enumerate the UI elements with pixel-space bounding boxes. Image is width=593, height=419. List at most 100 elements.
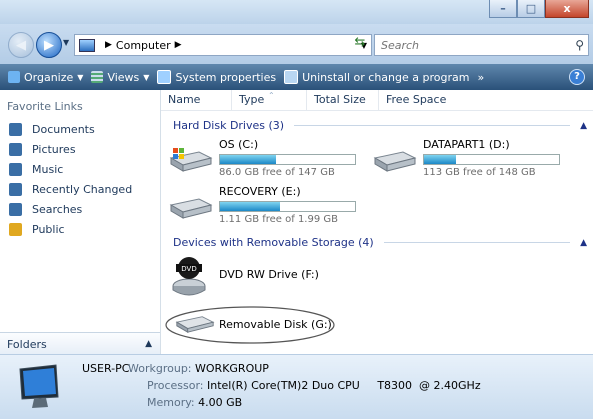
- recent-pages-dropdown[interactable]: ▼: [63, 38, 69, 47]
- uninstall-label: Uninstall or change a program: [302, 70, 470, 84]
- column-header-total-size[interactable]: Total Size: [307, 90, 379, 110]
- drive-usage-bar: [423, 154, 560, 165]
- drive-name: DVD RW Drive (F:): [219, 268, 319, 281]
- breadcrumb-computer[interactable]: Computer: [116, 39, 171, 52]
- column-header-type[interactable]: ⌃ Type: [232, 90, 307, 110]
- column-header-type-label: Type: [239, 93, 265, 106]
- group-title: Hard Disk Drives (3): [173, 119, 285, 132]
- uninstall-program-button[interactable]: Uninstall or change a program: [284, 70, 469, 84]
- folders-toggle[interactable]: Folders ▲: [0, 332, 160, 355]
- help-button[interactable]: ?: [569, 69, 585, 85]
- hard-drive-icon: [169, 198, 213, 219]
- drive-name: Removable Disk (G:): [219, 318, 332, 331]
- more-commands-button[interactable]: »: [477, 71, 484, 84]
- forward-arrow-icon: ▶: [44, 37, 54, 53]
- pictures-icon: [9, 142, 22, 156]
- title-bar: – □ x: [0, 0, 593, 24]
- search-box[interactable]: ⚲: [374, 34, 589, 56]
- column-header-free-space[interactable]: Free Space: [379, 90, 593, 110]
- close-button[interactable]: x: [545, 0, 589, 18]
- views-icon: [91, 71, 104, 83]
- breadcrumb-chevron-icon[interactable]: ▶: [175, 40, 182, 50]
- column-header-name[interactable]: Name: [161, 90, 232, 110]
- drive-item-e[interactable]: RECOVERY (E:) 1.11 GB free of 1.99 GB: [161, 185, 371, 231]
- memory-label: Memory:: [147, 396, 195, 409]
- sidebar-item-label: Pictures: [32, 142, 76, 156]
- collapse-chevron-icon[interactable]: ▲: [580, 238, 587, 248]
- drive-name: OS (C:): [219, 138, 259, 151]
- processor-value: Intel(R) Core(TM)2 Duo CPU T8300 @ 2.40G…: [207, 379, 481, 392]
- memory-row: Memory: 4.00 GB: [147, 396, 242, 409]
- forward-button[interactable]: ▶: [36, 32, 62, 58]
- drive-usage-fill: [220, 155, 277, 164]
- favorite-links-heading: Favorite Links: [7, 100, 83, 113]
- views-button[interactable]: Views ▼: [91, 71, 149, 84]
- details-pane: USER-PC Workgroup: WORKGROUP Processor: …: [0, 354, 593, 419]
- refresh-button[interactable]: ⇆: [351, 35, 369, 53]
- drive-name: DATAPART1 (D:): [423, 138, 510, 151]
- processor-label: Processor:: [147, 379, 204, 392]
- drive-usage-fill: [424, 155, 456, 164]
- group-header-hard-disks[interactable]: Hard Disk Drives (3) ▲: [161, 119, 589, 132]
- system-properties-icon: [157, 70, 172, 84]
- sidebar-item-pictures[interactable]: Pictures: [0, 139, 160, 159]
- memory-value: 4.00 GB: [198, 396, 243, 409]
- sidebar-item-recently-changed[interactable]: Recently Changed: [0, 179, 160, 199]
- sidebar-item-label: Public: [32, 222, 65, 236]
- workgroup-row: Workgroup: WORKGROUP: [128, 362, 269, 375]
- search-icon[interactable]: ⚲: [575, 38, 584, 52]
- workgroup-value: WORKGROUP: [195, 362, 269, 375]
- drive-usage-bar: [219, 154, 356, 165]
- views-label: Views: [107, 70, 140, 84]
- command-bar: Organize ▼ Views ▼ System properties Unins…: [0, 64, 593, 90]
- drive-free-space: 113 GB free of 148 GB: [423, 167, 536, 178]
- minimize-button[interactable]: –: [489, 0, 517, 18]
- windows-drive-icon: [169, 148, 213, 172]
- back-arrow-icon: ◀: [16, 37, 26, 53]
- drive-name: RECOVERY (E:): [219, 185, 301, 198]
- documents-icon: [9, 122, 22, 136]
- chevron-down-icon: ▼: [143, 72, 150, 82]
- chevron-up-icon: ▲: [145, 339, 152, 349]
- group-divider: [294, 125, 571, 126]
- system-properties-label: System properties: [175, 70, 277, 84]
- recently-changed-icon: [9, 182, 22, 196]
- computer-monitor-icon: [19, 364, 59, 408]
- removable-disk-icon: [175, 316, 215, 333]
- breadcrumb-chevron-icon[interactable]: ▶: [105, 40, 112, 50]
- drive-usage-fill: [220, 202, 280, 211]
- more-label: »: [477, 70, 485, 84]
- search-input[interactable]: [375, 37, 563, 53]
- dvd-logo-label: DVD: [181, 265, 196, 273]
- computer-name: USER-PC: [82, 362, 130, 375]
- sidebar-item-music[interactable]: Music: [0, 159, 160, 179]
- dvd-drive-icon: DVD: [172, 257, 206, 296]
- system-properties-button[interactable]: System properties: [157, 70, 276, 84]
- maximize-button[interactable]: □: [517, 0, 545, 18]
- sidebar-item-label: Documents: [32, 122, 95, 136]
- navigation-pane: Favorite Links Documents Pictures Music …: [0, 90, 161, 354]
- file-list: Name ⌃ Type Total Size Free Space Hard Di…: [161, 90, 593, 354]
- sidebar-item-label: Recently Changed: [32, 182, 133, 196]
- drive-item-g[interactable]: Removable Disk (G:): [161, 304, 391, 348]
- collapse-chevron-icon[interactable]: ▲: [580, 121, 587, 131]
- group-title: Devices with Removable Storage (4): [173, 236, 374, 249]
- drive-free-space: 1.11 GB free of 1.99 GB: [219, 214, 338, 225]
- address-bar[interactable]: ▶ Computer ▶ ▼: [74, 34, 372, 56]
- organize-icon: [8, 71, 20, 83]
- back-button[interactable]: ◀: [8, 32, 34, 58]
- drive-usage-bar: [219, 201, 356, 212]
- organize-button[interactable]: Organize ▼: [8, 71, 83, 84]
- drive-item-f[interactable]: DVD DVD RW Drive (F:): [161, 256, 371, 298]
- sidebar-item-documents[interactable]: Documents: [0, 119, 160, 139]
- favorite-links-list: Documents Pictures Music Recently Change…: [0, 119, 160, 239]
- drive-item-c[interactable]: OS (C:) 86.0 GB free of 147 GB: [161, 138, 371, 184]
- sidebar-item-public[interactable]: Public: [0, 219, 160, 239]
- sidebar-item-searches[interactable]: Searches: [0, 199, 160, 219]
- group-header-removable[interactable]: Devices with Removable Storage (4) ▲: [161, 236, 589, 249]
- drive-item-d[interactable]: DATAPART1 (D:) 113 GB free of 148 GB: [365, 138, 587, 184]
- sort-ascending-icon: ⌃: [268, 91, 275, 100]
- address-row: ◀ ▶ ▼ ▶ Computer ▶ ▼ ⇆ ⚲: [0, 24, 593, 64]
- drive-free-space: 86.0 GB free of 147 GB: [219, 167, 335, 178]
- folders-label: Folders: [7, 337, 47, 351]
